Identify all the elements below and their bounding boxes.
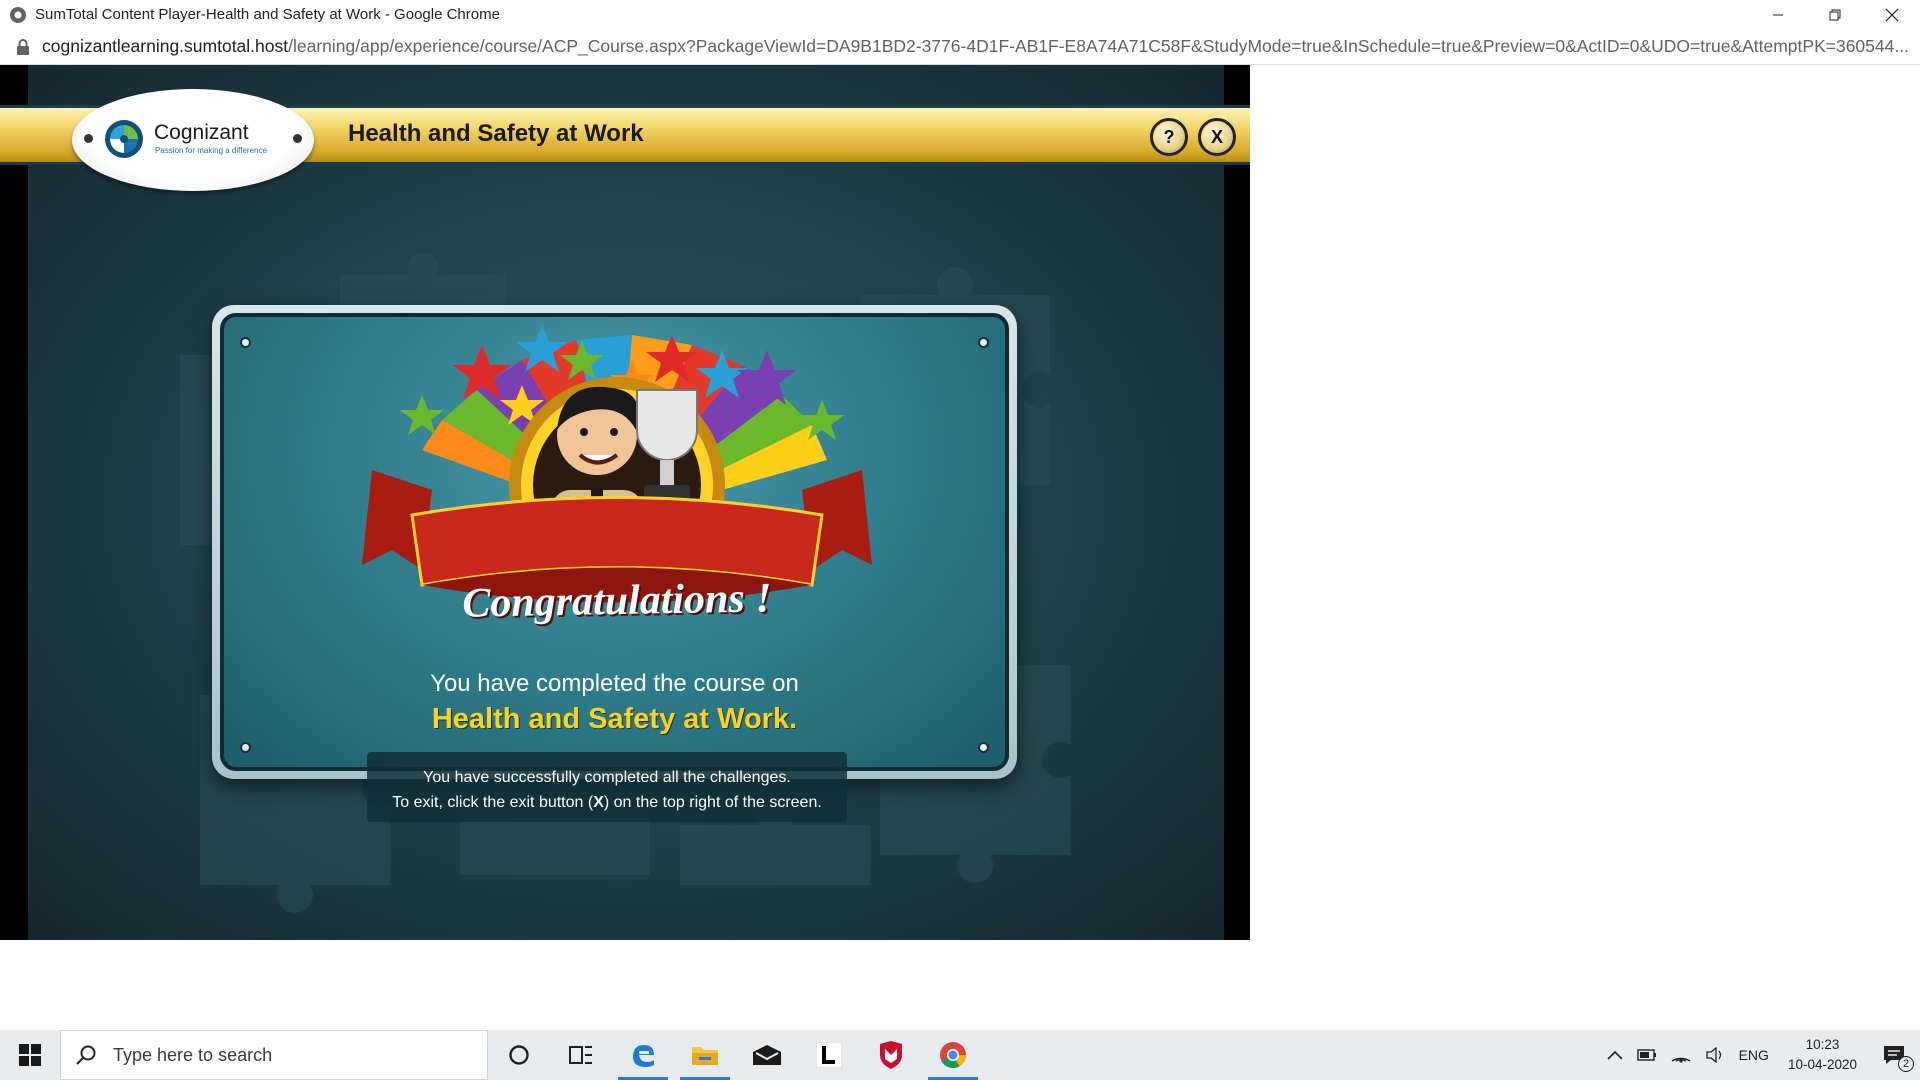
chevron-up-icon (1607, 1050, 1623, 1060)
exit-instruction-suffix: ) on the top right of the screen. (603, 794, 822, 811)
screw-icon (293, 134, 302, 143)
exit-instruction-text: To exit, click the exit button (X) on th… (367, 790, 847, 815)
content-player: Cognizant Passion for making a differenc… (0, 65, 1250, 940)
url-path: /learning/app/experience/course/ACP_Cour… (288, 36, 1909, 56)
task-view-button[interactable] (550, 1030, 612, 1080)
completed-message: You have completed the course on (430, 670, 799, 697)
search-icon (76, 1045, 96, 1065)
taskbar-search-box[interactable]: Type here to search (60, 1030, 488, 1080)
mail-taskbar-button[interactable] (736, 1030, 798, 1080)
lock-icon[interactable] (16, 38, 30, 55)
clock-time: 10:23 (1805, 1037, 1840, 1052)
cortana-icon (509, 1045, 529, 1065)
url-text[interactable]: cognizantlearning.sumtotal.host/learning… (42, 36, 1912, 57)
chrome-icon (940, 1042, 967, 1069)
congratulations-heading: Congratulations ! (461, 575, 773, 627)
screw-icon (978, 742, 989, 753)
windows-taskbar: Type here to search ENG 10:23 10-04-2020… (0, 1030, 1920, 1080)
start-button[interactable] (0, 1030, 60, 1080)
edge-icon (633, 1045, 654, 1067)
search-placeholder: Type here to search (113, 1044, 273, 1065)
screw-icon (978, 337, 989, 348)
mcafee-taskbar-button[interactable] (860, 1030, 922, 1080)
logo-tagline: Passion for making a difference (155, 146, 267, 155)
restore-button[interactable] (1806, 0, 1863, 29)
input-language-indicator[interactable]: ENG (1739, 1047, 1769, 1063)
challenges-completed-text: You have successfully completed all the … (423, 769, 791, 786)
close-icon (1885, 8, 1898, 21)
windows-logo-icon (19, 1044, 41, 1066)
address-bar[interactable]: cognizantlearning.sumtotal.host/learning… (0, 29, 1920, 65)
restore-icon (1829, 9, 1840, 20)
screw-icon (240, 337, 251, 348)
minimize-button[interactable] (1749, 0, 1806, 29)
speaker-icon (1705, 1047, 1721, 1063)
exit-key-label: X (593, 794, 604, 811)
battery-icon (1636, 1049, 1656, 1061)
exit-button[interactable]: X (1198, 118, 1236, 156)
mcafee-icon (880, 1041, 902, 1069)
screw-icon (240, 742, 251, 753)
window-title: SumTotal Content Player-Health and Safet… (35, 6, 500, 23)
chrome-taskbar-button[interactable] (922, 1030, 984, 1080)
task-view-icon (569, 1046, 592, 1064)
exit-instruction-prefix: To exit, click the exit button ( (392, 794, 594, 811)
l-app-icon (816, 1042, 842, 1068)
volume-control[interactable] (1705, 1047, 1725, 1063)
screw-icon (84, 134, 93, 143)
url-host: cognizantlearning.sumtotal.host (42, 36, 289, 56)
edge-taskbar-button[interactable] (612, 1030, 674, 1080)
notification-count-badge: 2 (1898, 1056, 1914, 1072)
l-app-taskbar-button[interactable] (798, 1030, 860, 1080)
course-title: Health and Safety at Work (348, 120, 644, 147)
file-explorer-taskbar-button[interactable] (674, 1030, 736, 1080)
action-center-button[interactable]: 2 (1882, 1044, 1914, 1072)
course-name-message: Health and Safety at Work. (431, 703, 798, 735)
wifi-icon (1671, 1057, 1690, 1063)
exit-instructions-box: You have successfully completed all the … (367, 752, 847, 822)
network-status[interactable] (1671, 1047, 1691, 1063)
trophy-icon (636, 389, 698, 505)
clock-date: 10-04-2020 (1787, 1057, 1857, 1072)
minimize-icon (1772, 14, 1783, 15)
cognizant-logo: Cognizant Passion for making a differenc… (72, 89, 314, 191)
close-window-button[interactable] (1863, 0, 1920, 29)
battery-status[interactable] (1636, 1049, 1657, 1061)
logo-name: Cognizant (154, 121, 249, 144)
show-hidden-icons-button[interactable] (1607, 1050, 1623, 1060)
cognizant-logo-icon (105, 120, 143, 158)
help-button[interactable]: ? (1150, 118, 1188, 156)
file-explorer-icon (692, 1047, 718, 1065)
chrome-logo-icon (10, 6, 26, 23)
window-title-bar: SumTotal Content Player-Health and Safet… (0, 0, 1920, 29)
cortana-button[interactable] (488, 1030, 550, 1080)
system-tray: ENG 10:23 10-04-2020 2 (1600, 1030, 1920, 1080)
mail-icon (753, 1045, 781, 1065)
system-clock[interactable]: 10:23 10-04-2020 (1788, 1035, 1857, 1075)
